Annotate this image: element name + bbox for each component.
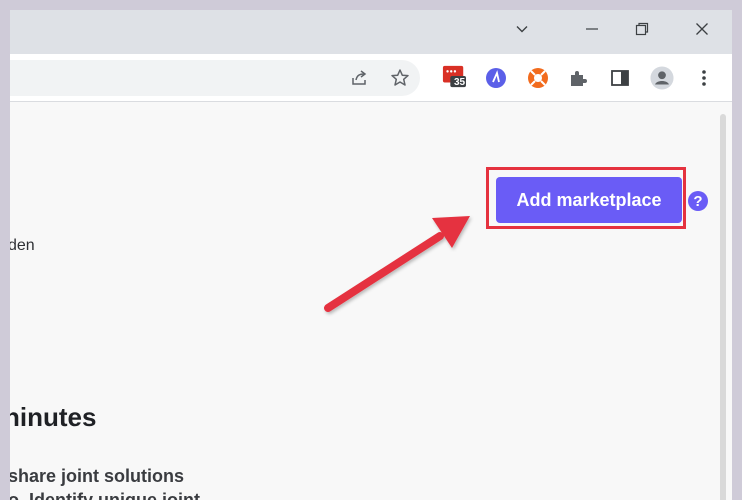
side-panel-button[interactable]: [608, 66, 632, 90]
minimize-button[interactable]: [570, 10, 614, 48]
lifesaver-extension-button[interactable]: [526, 66, 550, 90]
avatar-icon: [650, 66, 674, 90]
help-icon[interactable]: ?: [688, 191, 708, 211]
share-button[interactable]: [350, 68, 370, 88]
scrollbar[interactable]: [720, 114, 726, 500]
browser-window: 35 den ninutes share joint solutions o. …: [10, 10, 732, 500]
add-marketplace-button[interactable]: Add marketplace: [496, 177, 682, 223]
browser-toolbar: 35: [10, 54, 732, 102]
side-panel-icon: [611, 70, 629, 86]
kebab-menu-icon: [702, 70, 706, 86]
bookmark-button[interactable]: [390, 68, 410, 88]
restore-button[interactable]: [620, 10, 664, 48]
restore-icon: [635, 22, 649, 36]
clickup-extension-icon: [486, 68, 506, 88]
section-heading: ninutes: [10, 402, 97, 432]
star-icon: [391, 69, 409, 86]
chevron-down-icon: [516, 26, 528, 33]
text-fragment-den: den: [10, 237, 35, 254]
menu-button[interactable]: [692, 66, 716, 90]
puzzle-icon: [571, 71, 587, 86]
close-button[interactable]: [680, 10, 724, 48]
share-icon: [352, 70, 367, 85]
body-text-line-2: o. Identify unique joint: [10, 490, 200, 500]
close-icon: [696, 23, 708, 35]
address-bar[interactable]: [10, 60, 420, 96]
minimize-icon: [586, 28, 598, 30]
title-bar: [10, 10, 732, 54]
body-text-line-1: share joint solutions: [10, 466, 185, 486]
page-content: den ninutes share joint solutions o. Ide…: [10, 102, 732, 500]
tab-search-button[interactable]: [500, 10, 544, 48]
calendar-extension-button[interactable]: 35: [442, 64, 466, 88]
clickup-extension-button[interactable]: [484, 66, 508, 90]
annotation-arrow: [324, 216, 470, 312]
lifebuoy-icon: [528, 68, 548, 88]
profile-button[interactable]: [650, 66, 674, 90]
extensions-button[interactable]: [566, 66, 590, 90]
extension-badge: 35: [454, 77, 466, 88]
